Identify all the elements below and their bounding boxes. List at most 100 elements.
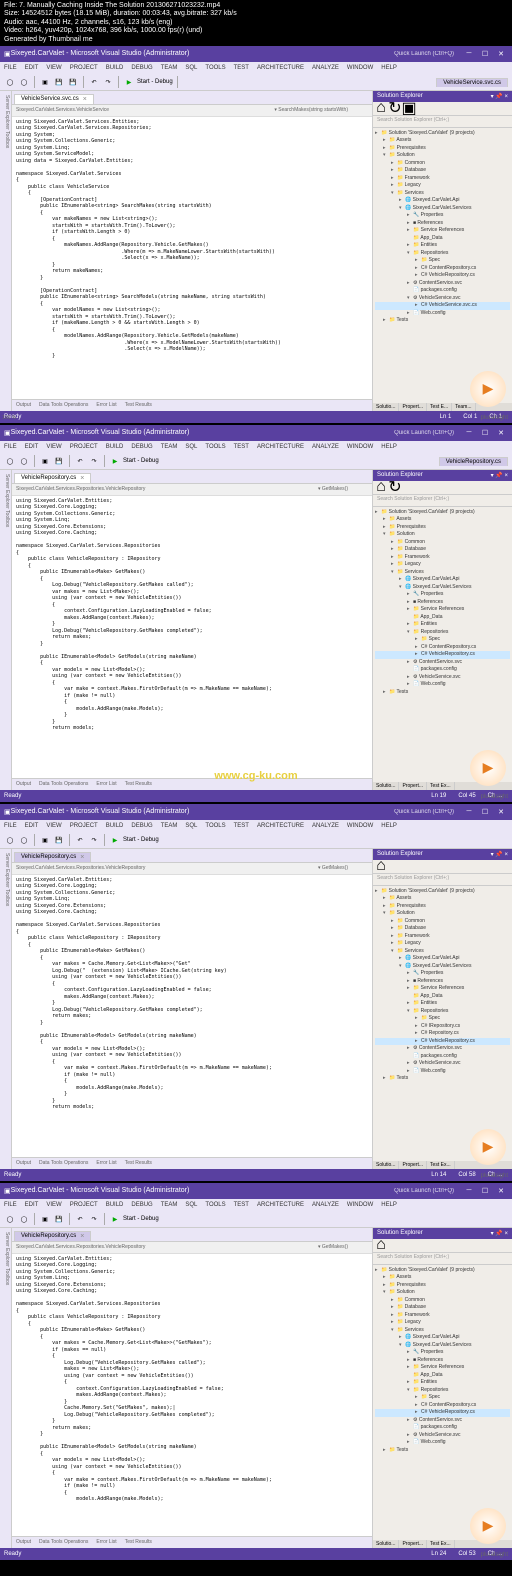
tree-folder[interactable]: ▸📁 Framework	[375, 175, 510, 183]
nav-bar: Sixeyed.CarValet.Services.VehicleService…	[12, 105, 372, 117]
close-button[interactable]: ✕	[494, 427, 508, 439]
play-badge-icon	[470, 750, 506, 786]
redo-icon[interactable]: ↷	[102, 76, 114, 88]
menu-help[interactable]: HELP	[381, 65, 397, 71]
title-bar[interactable]: ▣ Sixeyed.CarValet - Microsoft Visual St…	[0, 425, 512, 441]
nav-class[interactable]: Sixeyed.CarValet.Services.VehicleService	[16, 107, 109, 113]
tree-solution[interactable]: ▸📁 Solution 'Sixeyed.CarValet' (9 projec…	[375, 130, 510, 138]
tree-folder[interactable]: ▸📁 Database	[375, 167, 510, 175]
menu-architecture[interactable]: ARCHITECTURE	[257, 65, 304, 71]
tree-item[interactable]: ▸📁 Service References	[375, 227, 510, 235]
se-toolbar: ⌂ ↻ ▣	[373, 102, 512, 116]
menu-project[interactable]: PROJECT	[70, 65, 98, 71]
tree-file[interactable]: ▸C# VehicleRepository.cs	[375, 272, 510, 280]
start-debug-label[interactable]: Start - Debug	[137, 79, 173, 85]
menu-test[interactable]: TEST	[234, 65, 249, 71]
menu-edit[interactable]: EDIT	[25, 65, 39, 71]
sp-tab-test[interactable]: Test E...	[427, 403, 452, 411]
nav-fwd-icon[interactable]: ◯	[18, 76, 30, 88]
solution-explorer: Solution Explorer▾ 📌 × ⌂ ↻ ▣ Search Solu…	[372, 91, 512, 411]
close-icon[interactable]: ×	[83, 96, 87, 103]
play-badge-icon	[470, 371, 506, 407]
sp-tab-team[interactable]: Team...	[452, 403, 475, 411]
collapse-icon[interactable]: ▣	[403, 102, 415, 114]
close-button[interactable]: ✕	[494, 48, 508, 60]
tab-dto[interactable]: Data Tools Operations	[39, 402, 88, 408]
tree-item[interactable]: 📁 App_Data	[375, 235, 510, 243]
tree-file-selected[interactable]: ▸C# VehicleRepository.cs	[375, 651, 510, 659]
title-bar[interactable]: ▣ Sixeyed.CarValet - Microsoft Visual St…	[0, 46, 512, 62]
tab-output[interactable]: Output	[16, 402, 31, 408]
save-icon[interactable]: 💾	[53, 76, 65, 88]
vs-icon: ▣	[4, 50, 11, 58]
tree-project[interactable]: ▸🌐 Sixeyed.CarValet.Api	[375, 197, 510, 205]
menu-team[interactable]: TEAM	[161, 65, 178, 71]
menu-window[interactable]: WINDOW	[347, 65, 373, 71]
tab-errors[interactable]: Error List	[96, 402, 116, 408]
minimize-button[interactable]: ─	[462, 48, 476, 60]
sp-tab-properties[interactable]: Propert...	[399, 403, 427, 411]
tree-folder[interactable]: ▸📁 Common	[375, 160, 510, 168]
tree-file[interactable]: ▸C# ContentRepository.cs	[375, 265, 510, 273]
home-icon[interactable]: ⌂	[375, 102, 387, 114]
tree-folder[interactable]: ▸📁 Tests	[375, 317, 510, 325]
saveall-icon[interactable]: 💾	[67, 76, 79, 88]
tree-file[interactable]: ▸📄 Web.config	[375, 310, 510, 318]
play-icon[interactable]: ▶	[123, 76, 135, 88]
se-search[interactable]: Search Solution Explorer (Ctrl+;)	[373, 116, 512, 128]
vs-window: ▣Sixeyed.CarValet - Microsoft Visual Stu…	[0, 804, 512, 1181]
file-metadata: File: 7. Manually Caching Inside The Sol…	[0, 0, 512, 46]
vs-window: ▣ Sixeyed.CarValet - Microsoft Visual St…	[0, 425, 512, 802]
open-icon[interactable]: ▣	[39, 76, 51, 88]
pinned-tab[interactable]: VehicleService.svc.cs	[436, 78, 508, 87]
tree-file-selected[interactable]: ▸C# VehicleService.svc.cs	[375, 302, 510, 310]
tree-folder[interactable]: ▸📁 Prerequisites	[375, 145, 510, 153]
menu-tools[interactable]: TOOLS	[205, 65, 225, 71]
play-badge-icon	[470, 1508, 506, 1544]
nav-member[interactable]: ▾ SearchMakes(string startsWith)	[274, 107, 358, 113]
pinned-tab[interactable]: VehicleRepository.cs	[439, 457, 508, 466]
sp-tab-solution[interactable]: Solutio...	[373, 403, 399, 411]
menu-view[interactable]: VIEW	[46, 65, 61, 71]
tab-testresults[interactable]: Test Results	[125, 402, 152, 408]
solution-tree[interactable]: ▸📁 Solution 'Sixeyed.CarValet' (9 projec…	[373, 128, 512, 403]
pluralsight-logo: pluralsight	[481, 415, 508, 421]
tree-folder[interactable]: ▸📁 Legacy	[375, 182, 510, 190]
tree-item[interactable]: ▸📁 Spec	[375, 257, 510, 265]
tree-item[interactable]: ▸■ References	[375, 220, 510, 228]
tree-item[interactable]: ▸📁 Entities	[375, 242, 510, 250]
editor-tab[interactable]: VehicleRepository.cs×	[14, 473, 91, 483]
menu-file[interactable]: FILE	[4, 65, 17, 71]
minimize-button[interactable]: ─	[462, 427, 476, 439]
tree-file[interactable]: 📄 packages.config	[375, 287, 510, 295]
tree-item[interactable]: ▸🔧 Properties	[375, 212, 510, 220]
code-editor[interactable]: using Sixeyed.CarValet.Entities; using S…	[12, 875, 372, 1157]
tree-item[interactable]: ▾📁 Repositories	[375, 250, 510, 258]
vs-window: ▣ Sixeyed.CarValet - Microsoft Visual St…	[0, 46, 512, 423]
tree-file[interactable]: ▾⚙ VehicleService.svc	[375, 295, 510, 303]
panel-pin-icon[interactable]: ▾ 📌 ×	[491, 93, 508, 100]
menu-build[interactable]: BUILD	[106, 65, 124, 71]
status-col: Col 1	[463, 414, 477, 420]
undo-icon[interactable]: ↶	[88, 76, 100, 88]
code-editor[interactable]: using Sixeyed.CarValet.Entities; using S…	[12, 496, 372, 778]
nav-back-icon[interactable]: ◯	[4, 76, 16, 88]
menu-sql[interactable]: SQL	[185, 65, 197, 71]
tree-folder[interactable]: ▸📁 Assets	[375, 137, 510, 145]
code-editor[interactable]: using Sixeyed.CarValet.Entities; using S…	[12, 1254, 372, 1536]
code-editor[interactable]: using Sixeyed.CarValet.Services.Entities…	[12, 117, 372, 399]
refresh-icon[interactable]: ↻	[389, 102, 401, 114]
play-badge-icon	[470, 1129, 506, 1165]
toolbar: ◯ ◯ ▣ 💾 💾 ↶ ↷ ▶ Start - Debug VehicleSer…	[0, 75, 512, 91]
server-explorer-strip[interactable]: Server Explorer Toolbox	[0, 91, 12, 411]
status-line: Ln 1	[440, 414, 452, 420]
quick-launch[interactable]: Quick Launch (Ctrl+Q)	[394, 51, 454, 57]
menu-debug[interactable]: DEBUG	[131, 65, 152, 71]
editor-tabs: VehicleService.svc.cs×	[12, 91, 372, 105]
menu-analyze[interactable]: ANALYZE	[312, 65, 339, 71]
window-title: Sixeyed.CarValet - Microsoft Visual Stud…	[11, 50, 395, 57]
maximize-button[interactable]: ☐	[478, 427, 492, 439]
maximize-button[interactable]: ☐	[478, 48, 492, 60]
tree-folder[interactable]: ▾📁 Solution	[375, 152, 510, 160]
editor-tab[interactable]: VehicleService.svc.cs×	[14, 94, 94, 104]
